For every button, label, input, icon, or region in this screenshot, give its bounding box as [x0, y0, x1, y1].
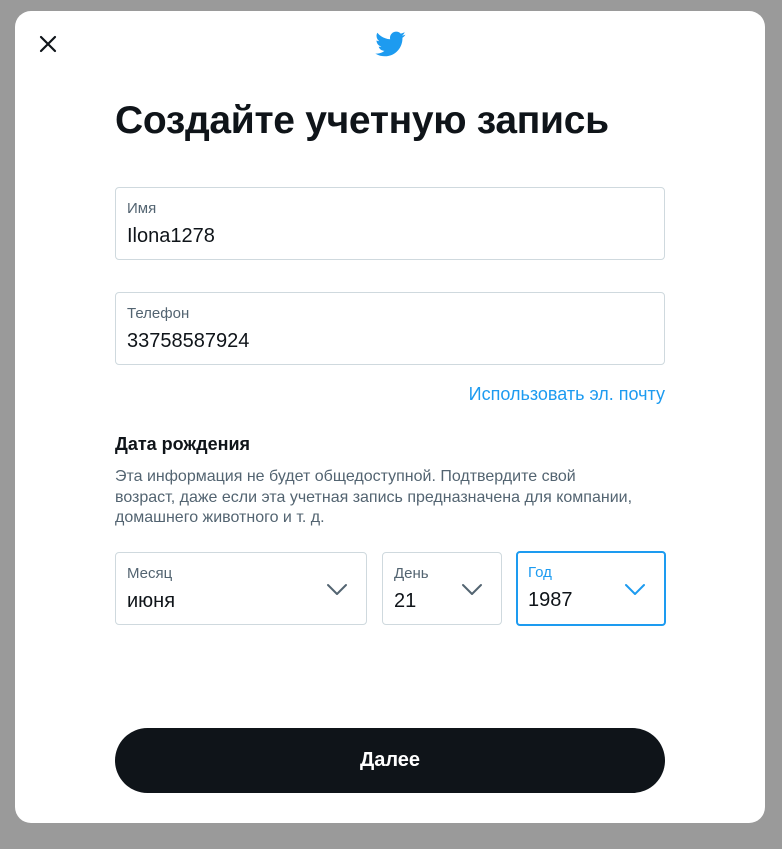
year-select-value: 1987 — [528, 589, 573, 611]
chevron-down-icon — [327, 584, 347, 595]
twitter-bird-icon — [375, 31, 406, 57]
chevron-down-icon — [462, 584, 482, 595]
month-select-label: Месяц — [127, 565, 173, 582]
signup-dialog: Создайте учетную запись Имя Телефон Испо… — [15, 11, 765, 823]
name-field[interactable]: Имя — [115, 187, 665, 260]
phone-field[interactable]: Телефон — [115, 292, 665, 365]
phone-input[interactable] — [127, 330, 615, 353]
close-icon — [39, 35, 57, 53]
birthdate-description: Эта информация не будет общедоступной. П… — [115, 468, 633, 526]
year-select-label: Год — [528, 564, 552, 581]
month-select-value: июня — [127, 590, 176, 612]
day-select-label: День — [394, 565, 429, 582]
page-title: Создайте учетную запись — [115, 99, 609, 142]
month-select[interactable]: Месяц июня — [115, 552, 367, 625]
chevron-down-icon — [625, 584, 645, 595]
name-field-label: Имя — [127, 200, 157, 217]
name-input[interactable] — [127, 225, 615, 248]
close-button[interactable] — [31, 27, 65, 61]
birthdate-title: Дата рождения — [115, 434, 251, 454]
phone-field-label: Телефон — [127, 305, 190, 322]
use-email-link[interactable]: Использовать эл. почту — [469, 384, 665, 405]
year-select[interactable]: Год 1987 — [516, 551, 666, 626]
day-select-value: 21 — [394, 590, 417, 612]
day-select[interactable]: День 21 — [382, 552, 502, 625]
next-button[interactable]: Далее — [115, 728, 665, 793]
